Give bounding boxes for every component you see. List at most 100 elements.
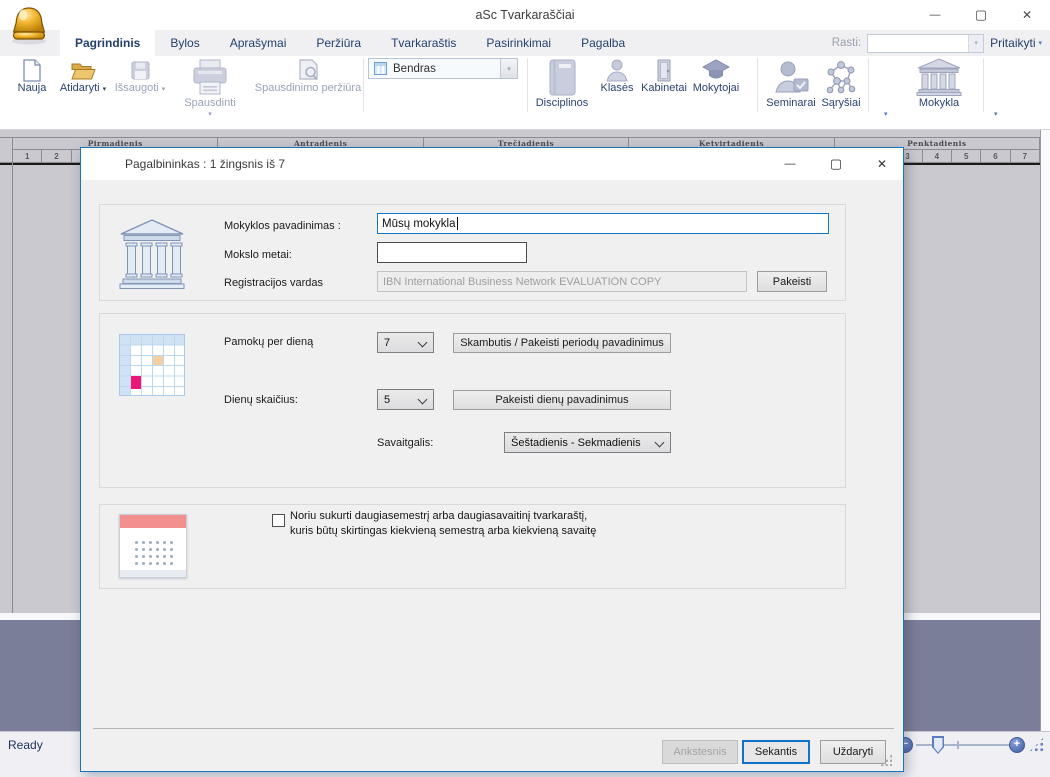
print-preview-icon bbox=[252, 58, 364, 82]
graduation-cap-icon bbox=[690, 58, 742, 82]
teachers-button[interactable]: Mokytojai bbox=[690, 58, 742, 94]
network-icon bbox=[820, 57, 862, 97]
weekend-label: Savaitgalis: bbox=[377, 437, 433, 449]
zoom-slider-tick bbox=[957, 741, 959, 749]
resize-grip-icon[interactable] bbox=[1028, 736, 1045, 753]
classrooms-button[interactable]: Kabinetai bbox=[640, 58, 688, 94]
zoom-in-button[interactable]: + bbox=[1009, 737, 1025, 753]
period-number-cell: 4 bbox=[923, 150, 952, 163]
person-check-icon bbox=[762, 57, 820, 97]
tab-peržiūra[interactable]: Peržiūra bbox=[301, 30, 376, 56]
apply-dropdown-arrow-icon: ▾ bbox=[1038, 40, 1042, 47]
periods-per-day-select[interactable]: 7 bbox=[377, 332, 434, 353]
find-dropdown-arrow-icon[interactable]: ▾ bbox=[968, 35, 983, 52]
days-count-select[interactable]: 5 bbox=[377, 389, 434, 410]
school-building-icon bbox=[903, 57, 975, 97]
timetable-right-strip bbox=[1040, 130, 1050, 731]
view-combobox-value: Bendras bbox=[393, 63, 436, 75]
registration-name-label: Registracijos vardas bbox=[224, 277, 323, 289]
weekend-select[interactable]: Šeštadienis - Sekmadienis bbox=[504, 432, 671, 453]
school-year-label: Mokslo metai: bbox=[224, 249, 292, 261]
tab-bylos[interactable]: Bylos bbox=[155, 30, 214, 56]
rename-days-button[interactable]: Pakeisti dienų pavadinimus bbox=[453, 390, 671, 410]
zoom-slider-thumb[interactable] bbox=[932, 736, 944, 754]
ribbon: Nauja Atidaryti ▾ Išsaugoti ▾ Spausdinti… bbox=[0, 56, 1050, 130]
ribbon-separator bbox=[363, 58, 364, 112]
tab-pagrindinis[interactable]: Pagrindinis bbox=[60, 30, 155, 56]
print-preview-button[interactable]: Spausdinimo peržiūra bbox=[252, 58, 364, 94]
ribbon-separator bbox=[757, 58, 758, 112]
dialog-maximize-button[interactable]: ▢ bbox=[821, 152, 851, 176]
apply-button[interactable]: Pritaikyti ▾ bbox=[990, 36, 1042, 50]
grid-group: Pamokų per dieną 7 Skambutis / Pakeisti … bbox=[99, 313, 846, 488]
period-number-cell: 5 bbox=[952, 150, 981, 163]
next-button[interactable]: Sekantis bbox=[742, 740, 810, 764]
subjects-button[interactable]: Disciplinos bbox=[530, 57, 594, 109]
period-number-cell: 6 bbox=[981, 150, 1010, 163]
minimize-button[interactable]: — bbox=[912, 0, 958, 30]
dialog-close-action-button[interactable]: Uždaryti bbox=[820, 740, 886, 764]
periods-per-day-label: Pamokų per dieną bbox=[224, 336, 313, 348]
new-button[interactable]: Nauja bbox=[10, 58, 54, 94]
multiweek-checkbox-label[interactable]: Noriu sukurti daugiasemestrį arba daugia… bbox=[290, 509, 596, 539]
app-bell-icon[interactable] bbox=[8, 4, 50, 46]
find-input[interactable] bbox=[868, 35, 983, 52]
zoom-slider-track[interactable] bbox=[916, 744, 1022, 746]
timetable-grid-icon bbox=[119, 334, 185, 396]
school-year-input[interactable] bbox=[377, 242, 527, 263]
period-number-cell: 2 bbox=[42, 150, 71, 163]
tab-tvarkaraštis[interactable]: Tvarkaraštis bbox=[376, 30, 471, 56]
print-button[interactable]: Spausdinti ▾ bbox=[170, 57, 250, 118]
save-button[interactable]: Išsaugoti ▾ bbox=[112, 58, 168, 94]
tab-aprašymai[interactable]: Aprašymai bbox=[215, 30, 302, 56]
print-dropdown-arrow-icon: ▾ bbox=[170, 111, 250, 118]
school-name-label: Mokyklos pavadinimas : bbox=[224, 220, 341, 232]
bells-button[interactable]: Skambutis / Pakeisti periodų pavadinimus bbox=[453, 333, 671, 353]
person-icon bbox=[596, 58, 638, 82]
maximize-button[interactable]: ▢ bbox=[958, 0, 1004, 30]
school-building-large-icon bbox=[117, 218, 187, 295]
change-registration-button[interactable]: Pakeisti bbox=[757, 271, 827, 292]
printer-icon bbox=[170, 57, 250, 97]
days-count-label: Dienų skaičius: bbox=[224, 394, 298, 406]
find-combobox[interactable]: ▾ bbox=[867, 34, 984, 53]
seminars-button[interactable]: Seminarai bbox=[762, 57, 820, 109]
classes-button[interactable]: Klasės bbox=[596, 58, 638, 94]
group-dialog-launcher-icon[interactable]: ▾ bbox=[994, 110, 998, 118]
multiweek-checkbox[interactable] bbox=[272, 514, 285, 527]
ribbon-separator bbox=[527, 58, 528, 112]
dialog-separator bbox=[93, 728, 894, 729]
status-text: Ready bbox=[8, 738, 43, 752]
registration-name-field: IBN International Business Network EVALU… bbox=[377, 271, 747, 292]
multiweek-group: Noriu sukurti daugiasemestrį arba daugia… bbox=[99, 504, 846, 589]
wizard-dialog: Pagalbininkas : 1 žingsnis iš 7 — ▢ ✕ bbox=[80, 147, 904, 772]
timetable-row-header-column bbox=[0, 163, 13, 613]
open-dropdown-arrow-icon: ▾ bbox=[103, 86, 107, 93]
dialog-title: Pagalbininkas : 1 žingsnis iš 7 bbox=[125, 148, 285, 180]
previous-button[interactable]: Ankstesnis bbox=[662, 740, 738, 764]
window-title: aSc Tvarkaraščiai bbox=[0, 0, 1050, 30]
school-button[interactable]: Mokykla bbox=[903, 57, 975, 109]
relations-button[interactable]: Sąryšiai bbox=[820, 57, 862, 109]
text-caret bbox=[457, 217, 458, 230]
title-bar: aSc Tvarkaraščiai — ▢ ✕ bbox=[0, 0, 1050, 30]
door-icon bbox=[640, 58, 688, 82]
school-group: Mokyklos pavadinimas : Mūsų mokykla Moks… bbox=[99, 204, 846, 301]
apply-label: Pritaikyti bbox=[990, 36, 1035, 50]
view-combobox[interactable]: Bendras ▾ bbox=[368, 58, 518, 79]
save-dropdown-arrow-icon: ▾ bbox=[162, 86, 166, 93]
close-button[interactable]: ✕ bbox=[1004, 0, 1050, 30]
period-number-cell: 1 bbox=[13, 150, 42, 163]
ribbon-tabs: PagrindinisBylosAprašymaiPeržiūraTvarkar… bbox=[60, 30, 640, 56]
group-dialog-launcher-icon[interactable]: ▾ bbox=[884, 110, 888, 118]
calendar-icon bbox=[119, 514, 187, 578]
app-window: aSc Tvarkaraščiai — ▢ ✕ PagrindinisBylos… bbox=[0, 0, 1050, 777]
view-dropdown-arrow-icon[interactable]: ▾ bbox=[500, 59, 517, 78]
tab-pagalba[interactable]: Pagalba bbox=[566, 30, 640, 56]
school-name-input[interactable]: Mūsų mokykla bbox=[377, 213, 829, 234]
open-button[interactable]: Atidaryti ▾ bbox=[54, 58, 112, 94]
dialog-close-button[interactable]: ✕ bbox=[867, 152, 897, 176]
dialog-minimize-button[interactable]: — bbox=[775, 152, 805, 176]
tab-pasirinkimai[interactable]: Pasirinkimai bbox=[471, 30, 566, 56]
dialog-title-bar[interactable]: Pagalbininkas : 1 žingsnis iš 7 — ▢ ✕ bbox=[81, 148, 903, 180]
